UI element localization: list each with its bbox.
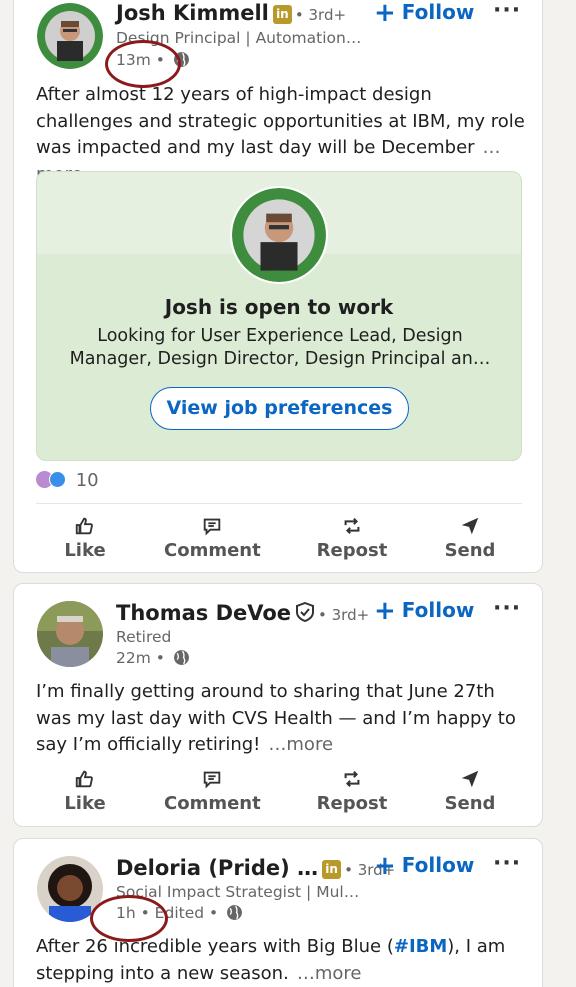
post-card-josh: Josh Kimmell in • 3rd+ Design Principal | …	[13, 0, 543, 573]
send-icon	[461, 770, 479, 788]
like-icon	[75, 770, 93, 788]
like-label: Like	[64, 793, 106, 814]
repost-button[interactable]: Repost	[316, 768, 388, 814]
repost-button[interactable]: Repost	[316, 515, 388, 561]
like-reaction-icon	[49, 471, 66, 488]
like-button[interactable]: Like	[60, 768, 110, 814]
like-label: Like	[64, 540, 106, 561]
verified-shield-icon	[296, 602, 315, 622]
connection-degree: • 3rd+	[294, 6, 347, 24]
comment-label: Comment	[164, 793, 261, 814]
author-headline: Social Impact Strategist | Multicultural…	[116, 883, 362, 901]
follow-label: Follow	[401, 0, 475, 24]
follow-button[interactable]: + Follow	[374, 851, 474, 881]
repost-icon	[344, 770, 360, 788]
open-to-work-title: Josh is open to work	[164, 295, 394, 319]
send-icon	[461, 517, 479, 535]
follow-label: Follow	[401, 598, 475, 622]
send-label: Send	[444, 540, 496, 561]
comment-label: Comment	[164, 540, 261, 561]
send-label: Send	[444, 793, 496, 814]
open-to-work-description: Looking for User Experience Lead, Design…	[69, 326, 491, 369]
follow-button[interactable]: + Follow	[374, 0, 474, 28]
connection-degree: • 3rd+	[318, 606, 370, 624]
post-meta: 13m •	[116, 51, 190, 69]
post-card-thomas: Thomas DeVoe • 3rd+ Retired 22m • + Follow…	[13, 583, 543, 827]
plus-icon: +	[374, 0, 396, 28]
comment-icon	[203, 771, 221, 789]
post-body: After 26 incredible years with Big Blue …	[36, 934, 526, 987]
author-name[interactable]: Deloria (Pride) … in • 3rd+	[116, 856, 395, 880]
post-time: 22m •	[116, 649, 165, 667]
see-more-link[interactable]: …more	[297, 963, 362, 984]
open-to-work-avatar	[230, 186, 328, 284]
more-options-button[interactable]: ···	[493, 0, 521, 23]
linkedin-icon: in	[322, 860, 342, 879]
hashtag-link[interactable]: #IBM	[394, 936, 447, 957]
post-body: I’m finally getting around to sharing th…	[36, 679, 526, 759]
post-actions-bar: Like Comment Repost Send	[14, 768, 542, 828]
author-name-text[interactable]: Josh Kimmell	[116, 1, 269, 25]
post-time: 1h • Edited •	[116, 904, 219, 922]
author-name[interactable]: Josh Kimmell in • 3rd+	[116, 1, 346, 25]
comment-button[interactable]: Comment	[164, 515, 261, 561]
repost-label: Repost	[316, 540, 388, 561]
send-button[interactable]: Send	[444, 515, 496, 561]
globe-icon	[173, 650, 189, 665]
avatar[interactable]	[37, 601, 103, 667]
post-meta: 22m •	[116, 649, 190, 667]
open-to-work-card[interactable]: Josh is open to work Looking for User Ex…	[36, 171, 522, 461]
repost-icon	[344, 517, 360, 535]
post-body-text: After almost 12 years of high-impact des…	[36, 84, 525, 158]
like-button[interactable]: Like	[60, 515, 110, 561]
post-body-text: After 26 incredible years with Big Blue …	[36, 936, 394, 957]
plus-icon: +	[374, 851, 396, 881]
globe-icon	[227, 905, 243, 920]
reactions-summary[interactable]: 10	[36, 470, 99, 491]
author-name-text[interactable]: Deloria (Pride) …	[116, 856, 318, 880]
author-name-text[interactable]: Thomas DeVoe	[116, 601, 291, 625]
like-icon	[75, 517, 93, 535]
avatar[interactable]	[37, 856, 103, 922]
more-options-button[interactable]: ···	[493, 851, 521, 876]
author-name[interactable]: Thomas DeVoe • 3rd+	[116, 601, 369, 625]
view-job-preferences-button[interactable]: View job preferences	[150, 387, 409, 430]
more-options-button[interactable]: ···	[493, 596, 521, 621]
post-actions-bar: Like Comment Repost Send	[14, 515, 542, 575]
post-card-deloria: Deloria (Pride) … in • 3rd+ Social Impact …	[13, 838, 543, 987]
post-time: 13m •	[116, 51, 165, 69]
post-meta: 1h • Edited •	[116, 904, 243, 922]
plus-icon: +	[374, 596, 396, 626]
comment-button[interactable]: Comment	[164, 768, 261, 814]
avatar[interactable]	[37, 3, 103, 69]
reactions-count: 10	[75, 470, 99, 491]
globe-icon	[173, 52, 189, 67]
follow-label: Follow	[401, 853, 475, 877]
author-headline: Design Principal | Automation Experience…	[116, 29, 362, 47]
linkedin-icon: in	[272, 5, 292, 24]
follow-button[interactable]: + Follow	[374, 596, 474, 626]
send-button[interactable]: Send	[444, 768, 496, 814]
see-more-link[interactable]: …more	[268, 734, 333, 755]
comment-icon	[203, 518, 221, 536]
author-headline: Retired	[116, 628, 172, 646]
divider	[36, 503, 522, 504]
repost-label: Repost	[316, 793, 388, 814]
